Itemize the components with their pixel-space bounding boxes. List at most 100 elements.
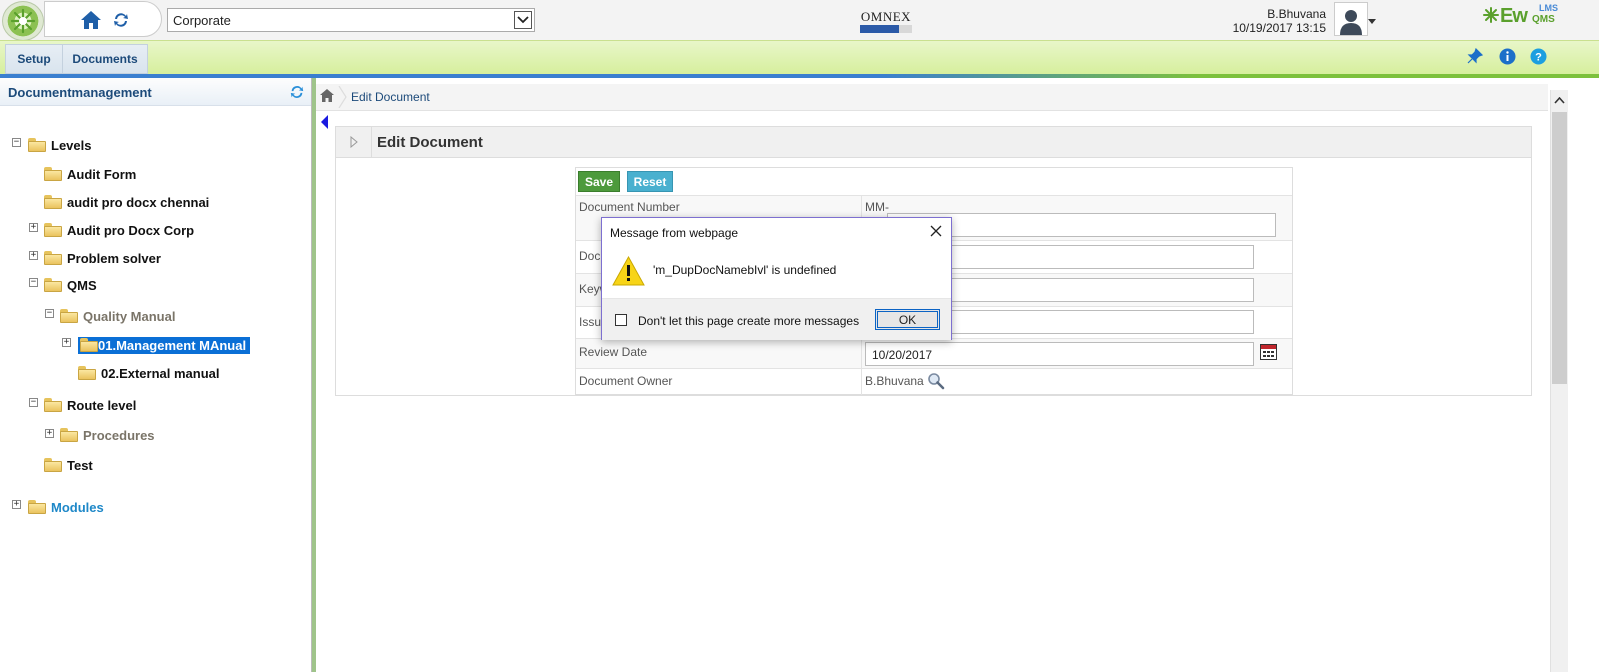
home-icon[interactable] bbox=[79, 8, 103, 32]
form-cell: 10/20/2017 bbox=[861, 339, 1277, 369]
save-button[interactable]: Save bbox=[578, 171, 620, 192]
menu-setup[interactable]: Setup bbox=[5, 44, 63, 74]
avatar[interactable] bbox=[1334, 2, 1368, 36]
tree-node-test[interactable]: Test bbox=[44, 454, 93, 476]
caret-down-icon[interactable] bbox=[1368, 13, 1376, 28]
tree-node-label: Audit pro Docx Corp bbox=[67, 222, 195, 238]
suppress-messages-label[interactable]: Don't let this page create more messages bbox=[638, 314, 859, 328]
menu-bar: Setup Documents bbox=[0, 40, 1599, 75]
ewqms-brand-logo: Ew LMS QMS bbox=[1483, 3, 1563, 33]
dialog-message: 'm_DupDocNamebIvl' is undefined bbox=[653, 263, 837, 277]
tree-node-label: Test bbox=[67, 457, 93, 473]
brand-ew: Ew bbox=[1500, 5, 1528, 27]
app-logo-icon[interactable] bbox=[2, 1, 44, 41]
form-row-review-date: Review Date 10/20/2017 bbox=[576, 338, 1292, 369]
collapse-sidebar-arrow-icon[interactable] bbox=[321, 115, 328, 129]
refresh-icon[interactable] bbox=[288, 83, 306, 101]
folder-icon bbox=[44, 398, 62, 412]
dialog-title: Message from webpage bbox=[610, 226, 739, 240]
tree-node-levels[interactable]: Levels bbox=[28, 134, 91, 156]
refresh-icon[interactable] bbox=[109, 8, 133, 32]
folder-icon bbox=[44, 167, 62, 181]
form-row-document-owner: Document Owner B.Bhuvana bbox=[576, 368, 1292, 395]
expand-toggle[interactable]: + bbox=[62, 338, 71, 347]
chevron-down-icon[interactable] bbox=[514, 11, 532, 29]
omnex-logo: OMNEX bbox=[860, 9, 912, 33]
review-date-label: Review Date bbox=[579, 345, 648, 359]
home-icon[interactable] bbox=[320, 89, 334, 103]
tree-node-quality-manual[interactable]: Quality Manual bbox=[60, 305, 175, 327]
folder-icon bbox=[60, 428, 78, 442]
chevron-right-icon bbox=[338, 85, 348, 109]
expand-toggle[interactable]: + bbox=[12, 500, 21, 509]
nav-pill bbox=[44, 1, 162, 37]
issue-label: Issu bbox=[579, 315, 602, 329]
scrollbar-thumb[interactable] bbox=[1552, 112, 1567, 384]
tree-node-label: Procedures bbox=[83, 427, 155, 443]
document-number-prefix: MM- bbox=[865, 200, 889, 214]
panel-splitter[interactable] bbox=[312, 78, 316, 672]
tree-node-route-level[interactable]: Route level bbox=[44, 394, 136, 416]
brand-qms: QMS bbox=[1532, 14, 1555, 25]
breadcrumb-current[interactable]: Edit Document bbox=[351, 90, 430, 104]
tree-node-management-manual[interactable]: 01.Management MAnual bbox=[78, 334, 251, 356]
tree-node-label: Modules bbox=[51, 499, 104, 515]
tree-node-label: 02.External manual bbox=[101, 365, 220, 381]
warning-icon bbox=[612, 255, 645, 286]
collapse-toggle[interactable]: − bbox=[29, 398, 38, 407]
dialog-footer: Don't let this page create more messages… bbox=[602, 298, 951, 340]
folder-icon bbox=[28, 500, 46, 514]
review-date-input[interactable]: 10/20/2017 bbox=[865, 342, 1254, 366]
tree-node-label: Quality Manual bbox=[83, 308, 176, 324]
search-icon[interactable] bbox=[927, 372, 945, 390]
folder-icon bbox=[44, 223, 62, 237]
omnex-logo-text: OMNEX bbox=[860, 9, 912, 24]
scroll-up-icon[interactable] bbox=[1551, 90, 1568, 110]
tree-node-problem-solver[interactable]: Problem solver bbox=[44, 247, 161, 269]
tree-node-procedures[interactable]: Procedures bbox=[60, 424, 155, 446]
folder-icon bbox=[60, 309, 78, 323]
user-name: B.Bhuvana bbox=[1267, 7, 1326, 21]
document-owner-value: B.Bhuvana bbox=[865, 374, 924, 388]
folder-icon bbox=[80, 338, 98, 352]
folder-icon bbox=[44, 195, 62, 209]
form-cell: B.Bhuvana bbox=[861, 369, 945, 395]
collapse-toggle[interactable]: − bbox=[12, 138, 21, 147]
tree-node-audit-pro-corp[interactable]: Audit pro Docx Corp bbox=[44, 219, 194, 241]
vertical-scrollbar[interactable] bbox=[1550, 90, 1568, 672]
info-icon[interactable] bbox=[1498, 47, 1516, 65]
tree-panel-header: Documentmanagement bbox=[0, 78, 311, 106]
calendar-icon[interactable] bbox=[1260, 344, 1277, 360]
folder-icon bbox=[44, 458, 62, 472]
tree-panel-title: Documentmanagement bbox=[8, 85, 152, 100]
expand-toggle[interactable]: + bbox=[45, 429, 54, 438]
close-icon[interactable] bbox=[929, 224, 943, 238]
pin-icon[interactable] bbox=[1466, 47, 1484, 65]
reset-button[interactable]: Reset bbox=[627, 171, 673, 192]
expand-toggle[interactable]: + bbox=[29, 223, 38, 232]
folder-icon bbox=[44, 278, 62, 292]
panel-expand-icon[interactable] bbox=[336, 127, 372, 157]
tree-node-label: Problem solver bbox=[67, 250, 161, 266]
ok-button[interactable]: OK bbox=[875, 309, 940, 330]
message-dialog: Message from webpage 'm_DupDocNamebIvl' … bbox=[601, 217, 952, 340]
tree-node-label-selected: 01.Management MAnual bbox=[78, 336, 251, 354]
tree-node-label: Route level bbox=[67, 397, 137, 413]
suppress-messages-checkbox[interactable] bbox=[615, 314, 627, 326]
folder-icon bbox=[28, 138, 46, 152]
help-icon[interactable]: ? bbox=[1529, 47, 1547, 65]
tree-node-external-manual[interactable]: 02.External manual bbox=[78, 362, 220, 384]
menu-documents[interactable]: Documents bbox=[62, 44, 148, 74]
tree-node-qms[interactable]: QMS bbox=[44, 274, 97, 296]
tree-node-modules[interactable]: Modules bbox=[28, 496, 104, 518]
expand-toggle[interactable]: + bbox=[29, 251, 38, 260]
collapse-toggle[interactable]: − bbox=[29, 278, 38, 287]
collapse-toggle[interactable]: − bbox=[45, 309, 54, 318]
tree-node-audit-form[interactable]: Audit Form bbox=[44, 163, 136, 185]
tree-node-label: audit pro docx chennai bbox=[67, 194, 210, 210]
current-datetime: 10/19/2017 13:15 bbox=[1232, 21, 1326, 35]
folder-icon bbox=[78, 366, 96, 380]
company-select[interactable]: Corporate bbox=[167, 8, 535, 32]
tree-node-label: QMS bbox=[67, 277, 97, 293]
tree-node-audit-pro-chennai[interactable]: audit pro docx chennai bbox=[44, 191, 209, 213]
